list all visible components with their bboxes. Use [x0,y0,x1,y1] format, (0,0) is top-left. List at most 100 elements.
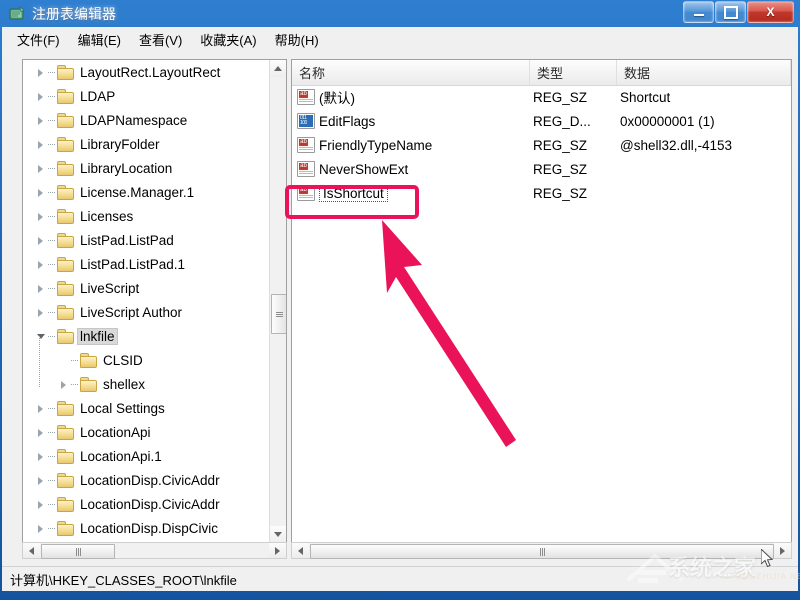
value-name-cell[interactable]: ab FriendlyTypeName [297,133,432,157]
expand-arrow-icon[interactable] [35,474,48,487]
tree-item-label: LayoutRect.LayoutRect [80,64,221,80]
column-header-type[interactable]: 类型 [530,60,617,85]
scroll-up-button[interactable] [270,60,286,77]
menu-favorites[interactable]: 收藏夹(A) [191,27,265,52]
value-row[interactable]: ab FriendlyTypeName REG_SZ @shell32.dll,-41… [292,133,791,157]
tree-item-label: LDAP [80,88,116,104]
folder-icon [56,401,74,416]
value-row[interactable]: ab NeverShowExt REG_SZ [292,157,791,181]
tree-item-listpad-listpad-1[interactable]: ListPad.ListPad.1 [23,252,271,276]
tree-item-layoutrect-layoutrect[interactable]: LayoutRect.LayoutRect [23,60,271,84]
tree-item-shellex[interactable]: shellex [23,372,271,396]
column-header-data[interactable]: 数据 [617,60,791,85]
collapse-arrow-icon[interactable] [35,330,48,343]
column-header-name[interactable]: 名称 [292,60,530,85]
expand-arrow-icon[interactable] [58,378,71,391]
tree-item-livescript[interactable]: LiveScript [23,276,271,300]
value-row[interactable]: ab (默认) REG_SZ Shortcut [292,85,791,109]
list-horizontal-scroll-thumb[interactable] [310,544,774,559]
tree-item-local-settings[interactable]: Local Settings [23,396,271,420]
expand-arrow-icon[interactable] [35,306,48,319]
expand-arrow-icon[interactable] [35,90,48,103]
tree-item-licenses[interactable]: Licenses [23,204,271,228]
tree-vertical-scrollbar[interactable] [269,60,286,543]
grip-icon [75,547,81,556]
menu-help[interactable]: 帮助(H) [266,27,328,52]
list-scroll-left-button[interactable] [292,543,309,558]
minimize-button[interactable] [683,1,714,23]
tree-connector-line [48,455,56,457]
folder-icon [56,185,74,200]
expand-arrow-icon[interactable] [35,402,48,415]
tree-item-locationapi[interactable]: LocationApi [23,420,271,444]
scroll-right-button[interactable] [269,543,286,558]
expand-arrow-icon[interactable] [35,186,48,199]
horizontal-scroll-thumb[interactable] [41,544,115,559]
expand-arrow-icon[interactable] [35,522,48,535]
value-name-edit-input[interactable]: IsShortcut [319,184,388,202]
value-data-cell: 0x00000001 (1) [620,113,715,129]
menu-file[interactable]: 文件(F) [8,27,69,52]
scroll-left-button[interactable] [23,543,40,558]
tree-item-librarylocation[interactable]: LibraryLocation [23,156,271,180]
expand-arrow-icon[interactable] [35,498,48,511]
value-name-label: FriendlyTypeName [319,137,433,153]
tree-connector-line [48,311,56,313]
value-row[interactable]: ab IsShortcut REG_SZ [292,181,791,205]
tree-item-libraryfolder[interactable]: LibraryFolder [23,132,271,156]
close-icon: X [766,5,775,19]
list-horizontal-scrollbar[interactable] [291,542,792,559]
value-row[interactable]: 011 100 EditFlags REG_D... 0x00000001 (1) [292,109,791,133]
tree-item-lnkfile[interactable]: lnkfile [23,324,271,348]
tree-item-listpad-listpad[interactable]: ListPad.ListPad [23,228,271,252]
tree-connector-line [48,527,56,529]
dword-value-icon: 011 100 [297,113,315,129]
tree-item-label: License.Manager.1 [80,184,195,200]
expand-arrow-icon[interactable] [35,450,48,463]
vertical-scroll-thumb[interactable] [271,294,286,334]
tree-item-label: lnkfile [77,327,118,345]
value-name-cell[interactable]: ab NeverShowExt [297,157,408,181]
tree-item-locationdisp-civicaddr[interactable]: LocationDisp.CivicAddr [23,492,271,516]
tree-item-locationdisp-dispcivic[interactable]: LocationDisp.DispCivic [23,516,271,540]
tree-item-locationapi-1[interactable]: LocationApi.1 [23,444,271,468]
tree-connector-line [48,335,56,337]
registry-values-pane[interactable]: 名称 类型 数据 ab (默认) REG_SZ Shortcut 011 100 EditFla… [291,59,792,559]
menu-edit[interactable]: 编辑(E) [69,27,130,52]
expand-arrow-icon[interactable] [35,210,48,223]
tree-item-label: Local Settings [80,400,165,416]
scroll-down-button[interactable] [270,526,286,543]
expand-arrow-icon[interactable] [35,426,48,439]
value-name-cell[interactable]: ab IsShortcut [297,181,388,205]
folder-icon [56,281,74,296]
tree-connector-line [48,143,56,145]
registry-editor-window: 注册表编辑器 X 文件(F) 编辑(E) 查看(V) 收藏夹(A) 帮助(H) … [0,0,800,600]
close-button[interactable]: X [747,1,794,23]
value-name-cell[interactable]: ab (默认) [297,85,355,109]
tree-connector-line [48,503,56,505]
tree-item-ldap[interactable]: LDAP [23,84,271,108]
tree-item-license-manager-1[interactable]: License.Manager.1 [23,180,271,204]
tree-item-label: LocationApi.1 [80,448,162,464]
expand-arrow-icon[interactable] [35,66,48,79]
tree-horizontal-scrollbar[interactable] [22,542,287,559]
tree-item-livescript-author[interactable]: LiveScript Author [23,300,271,324]
expand-arrow-icon[interactable] [35,258,48,271]
chevron-right-icon [275,546,280,555]
registry-tree-pane[interactable]: LayoutRect.LayoutRect LDAP LDAPNamespace Li… [22,59,287,559]
expand-arrow-icon[interactable] [35,114,48,127]
list-scroll-right-button[interactable] [774,543,791,558]
expand-arrow-icon[interactable] [35,282,48,295]
expand-arrow-icon[interactable] [35,162,48,175]
tree-item-ldapnamespace[interactable]: LDAPNamespace [23,108,271,132]
maximize-button[interactable] [715,1,746,23]
status-bar: 计算机\HKEY_CLASSES_ROOT\lnkfile [2,566,798,591]
tree-item-locationdisp-civicaddr[interactable]: LocationDisp.CivicAddr [23,468,271,492]
tree-item-clsid[interactable]: CLSID [23,348,271,372]
menu-view[interactable]: 查看(V) [130,27,191,52]
expand-arrow-icon[interactable] [35,138,48,151]
value-name-cell[interactable]: 011 100 EditFlags [297,109,375,133]
expand-arrow-icon[interactable] [35,234,48,247]
value-type-cell: REG_SZ [533,161,588,177]
